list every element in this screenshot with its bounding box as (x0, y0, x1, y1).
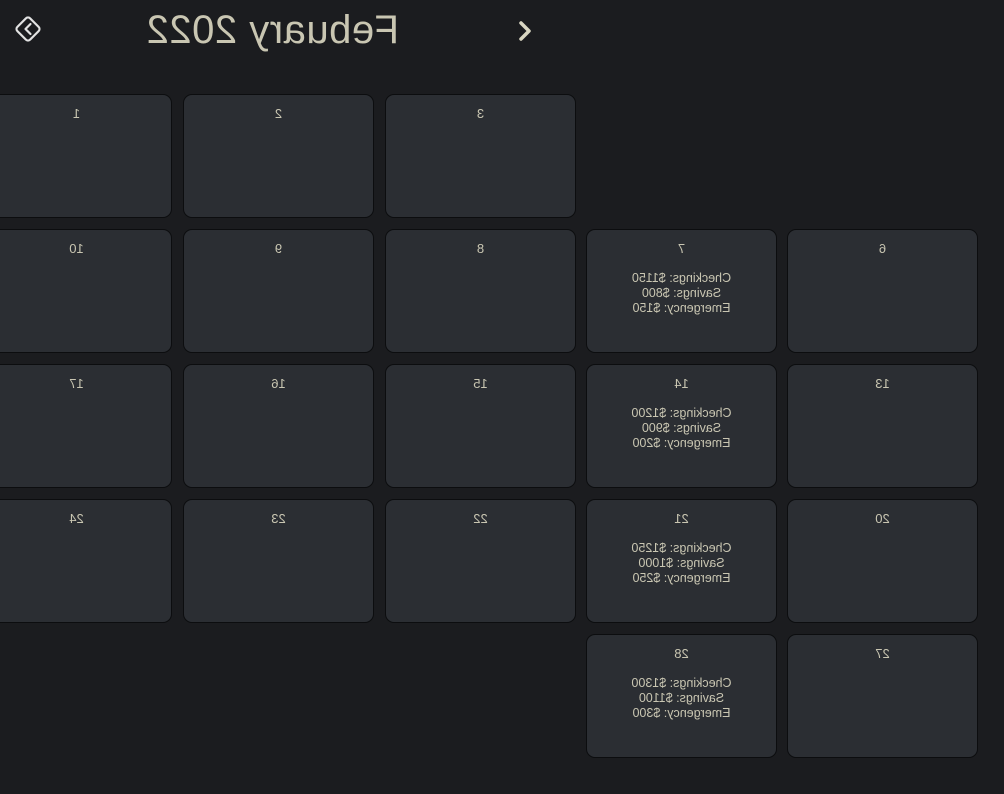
day-number: 3 (476, 106, 485, 121)
day-entries: Checkings: $1250 Savings: $1000 Emergenc… (587, 541, 776, 586)
emergency-entry: Emergency: $250 (632, 571, 731, 585)
day-cell[interactable]: 28 Checkings: $1300 Savings: $1100 Emerg… (586, 634, 777, 758)
day-number: 16 (271, 376, 286, 391)
savings-entry: Savings: $1100 (638, 691, 725, 705)
day-number: 1 (72, 106, 81, 121)
chevron-left-icon (519, 21, 531, 41)
savings-entry: Savings: $1000 (638, 556, 725, 570)
day-number: 20 (875, 511, 890, 526)
day-cell[interactable]: 10 (0, 229, 172, 353)
day-cell[interactable]: 24 (0, 499, 172, 623)
day-cell[interactable]: 20 (787, 499, 978, 623)
savings-entry: Savings: $800 (641, 286, 722, 300)
calendar-page: Febuary 2022 1 2 3 6 7 Checkings: $1150 … (0, 0, 1004, 794)
month-title: Febuary 2022 (146, 8, 399, 52)
day-entries: Checkings: $1200 Savings: $900 Emergency… (587, 406, 776, 451)
day-cell[interactable]: 21 Checkings: $1250 Savings: $1000 Emerg… (586, 499, 777, 623)
day-cell[interactable]: 7 Checkings: $1150 Savings: $800 Emergen… (586, 229, 777, 353)
day-cell[interactable]: 17 (0, 364, 172, 488)
day-number: 15 (473, 376, 488, 391)
day-number: 22 (473, 511, 488, 526)
day-cell[interactable]: 8 (385, 229, 576, 353)
day-number: 21 (674, 511, 689, 526)
day-entries: Checkings: $1300 Savings: $1100 Emergenc… (587, 676, 776, 721)
day-number: 6 (878, 241, 887, 256)
day-number: 24 (69, 511, 84, 526)
day-number: 28 (674, 646, 689, 661)
day-cell[interactable]: 2 (183, 94, 374, 218)
day-number: 27 (875, 646, 890, 661)
prev-month-button[interactable] (512, 18, 538, 44)
day-number: 9 (274, 241, 283, 256)
checkings-entry: Checkings: $1150 (631, 271, 732, 285)
day-entries: Checkings: $1150 Savings: $800 Emergency… (587, 271, 776, 316)
day-number: 10 (69, 241, 84, 256)
savings-entry: Savings: $900 (641, 421, 722, 435)
day-cell[interactable]: 1 (0, 94, 172, 218)
day-number: 23 (271, 511, 286, 526)
day-number: 2 (274, 106, 283, 121)
day-cell[interactable]: 16 (183, 364, 374, 488)
emergency-entry: Emergency: $150 (632, 301, 731, 315)
day-cell[interactable]: 14 Checkings: $1200 Savings: $900 Emerge… (586, 364, 777, 488)
day-number: 14 (674, 376, 689, 391)
checkings-entry: Checkings: $1250 (631, 541, 732, 555)
day-number: 7 (677, 241, 686, 256)
day-cell[interactable]: 13 (787, 364, 978, 488)
day-number: 13 (875, 376, 890, 391)
next-month-button[interactable] (11, 12, 45, 46)
day-cell[interactable]: 22 (385, 499, 576, 623)
day-number: 17 (69, 376, 84, 391)
day-cell[interactable]: 15 (385, 364, 576, 488)
day-cell[interactable]: 23 (183, 499, 374, 623)
day-cell[interactable]: 27 (787, 634, 978, 758)
checkings-entry: Checkings: $1300 (631, 676, 732, 690)
day-number: 8 (476, 241, 485, 256)
checkings-entry: Checkings: $1200 (631, 406, 732, 420)
emergency-entry: Emergency: $200 (632, 436, 731, 450)
emergency-entry: Emergency: $300 (632, 706, 731, 720)
day-cell[interactable]: 9 (183, 229, 374, 353)
day-cell[interactable]: 6 (787, 229, 978, 353)
day-cell[interactable]: 3 (385, 94, 576, 218)
diamond-arrow-right-icon (15, 16, 41, 42)
